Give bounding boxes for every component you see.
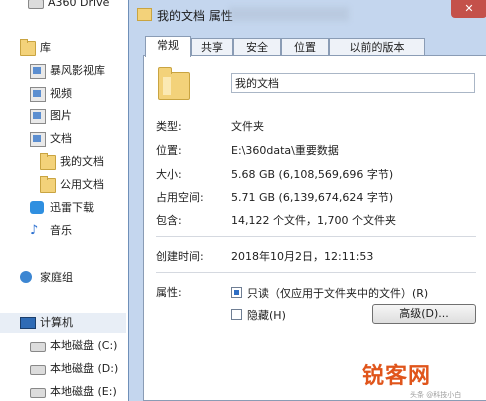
size-on-disk-value: 5.71 GB (6,139,674,624 字节) bbox=[231, 191, 394, 204]
drive-icon bbox=[30, 342, 46, 352]
hidden-label[interactable]: 隐藏(H) bbox=[247, 307, 286, 323]
watermark-subtext: 头条 @科技小白 bbox=[410, 391, 462, 399]
general-tab-panel: 类型: 文件夹 位置: E:\360data\重要数据 大小: 5.68 GB … bbox=[143, 55, 486, 401]
created-value: 2018年10月2日，12:11:53 bbox=[231, 250, 374, 263]
watermark-logo: 锐客网 头条 @科技小白 bbox=[362, 356, 486, 401]
contains-value: 14,122 个文件，1,700 个文件夹 bbox=[231, 214, 396, 227]
folder-name-field[interactable] bbox=[231, 73, 475, 93]
close-button[interactable]: ✕ bbox=[451, 0, 486, 18]
readonly-checkbox[interactable] bbox=[231, 287, 242, 298]
tab-location[interactable]: 位置 bbox=[281, 38, 329, 55]
readonly-label[interactable]: 只读（仅应用于文件夹中的文件）(R) bbox=[247, 285, 428, 301]
hidden-checkbox[interactable] bbox=[231, 309, 242, 320]
homegroup-icon bbox=[20, 271, 32, 283]
library-icon bbox=[30, 64, 46, 79]
cloud-drive-icon bbox=[28, 0, 44, 9]
separator bbox=[156, 236, 476, 237]
library-icon bbox=[20, 39, 36, 56]
type-value: 文件夹 bbox=[231, 120, 264, 133]
type-label: 类型: bbox=[156, 120, 182, 133]
dialog-titlebar[interactable]: 我的文档 属性 ✕ bbox=[129, 0, 486, 30]
picture-library-icon bbox=[30, 109, 46, 124]
dialog-title: 我的文档 属性 bbox=[157, 9, 233, 23]
drive-icon bbox=[30, 388, 46, 398]
tab-security[interactable]: 安全 bbox=[233, 38, 281, 55]
separator bbox=[156, 272, 476, 273]
navigation-pane: A360 Drive 库 暴风影视库 视频 图片 文档 我的文档 公用文档 迅雷… bbox=[0, 0, 126, 401]
location-value: E:\360data\重要数据 bbox=[231, 144, 339, 157]
attributes-label: 属性: bbox=[156, 286, 182, 299]
tab-sharing[interactable]: 共享 bbox=[191, 38, 233, 55]
tab-general[interactable]: 常规 bbox=[145, 36, 191, 57]
location-label: 位置: bbox=[156, 144, 182, 157]
document-library-icon bbox=[30, 132, 46, 147]
properties-dialog: 我的文档 属性 ✕ 常规 共享 安全 位置 以前的版本 类型: 文件夹 位置: … bbox=[128, 0, 486, 401]
size-label: 大小: bbox=[156, 168, 182, 181]
contains-label: 包含: bbox=[156, 214, 182, 227]
folder-icon bbox=[40, 153, 56, 170]
size-value: 5.68 GB (6,108,569,696 字节) bbox=[231, 168, 394, 181]
blurred-title-area bbox=[229, 7, 349, 21]
drive-icon bbox=[30, 365, 46, 375]
computer-icon bbox=[20, 317, 36, 329]
video-library-icon bbox=[30, 87, 46, 102]
folder-icon bbox=[40, 176, 56, 193]
folder-icon bbox=[158, 67, 190, 100]
tab-previous-versions[interactable]: 以前的版本 bbox=[329, 38, 425, 55]
size-on-disk-label: 占用空间: bbox=[156, 191, 204, 204]
created-label: 创建时间: bbox=[156, 250, 204, 263]
music-icon: ♪ bbox=[30, 223, 39, 238]
advanced-button[interactable]: 高级(D)... bbox=[372, 304, 476, 324]
thunder-icon bbox=[30, 201, 44, 214]
folder-icon bbox=[137, 8, 152, 21]
watermark-text: 锐客网 bbox=[362, 364, 432, 389]
